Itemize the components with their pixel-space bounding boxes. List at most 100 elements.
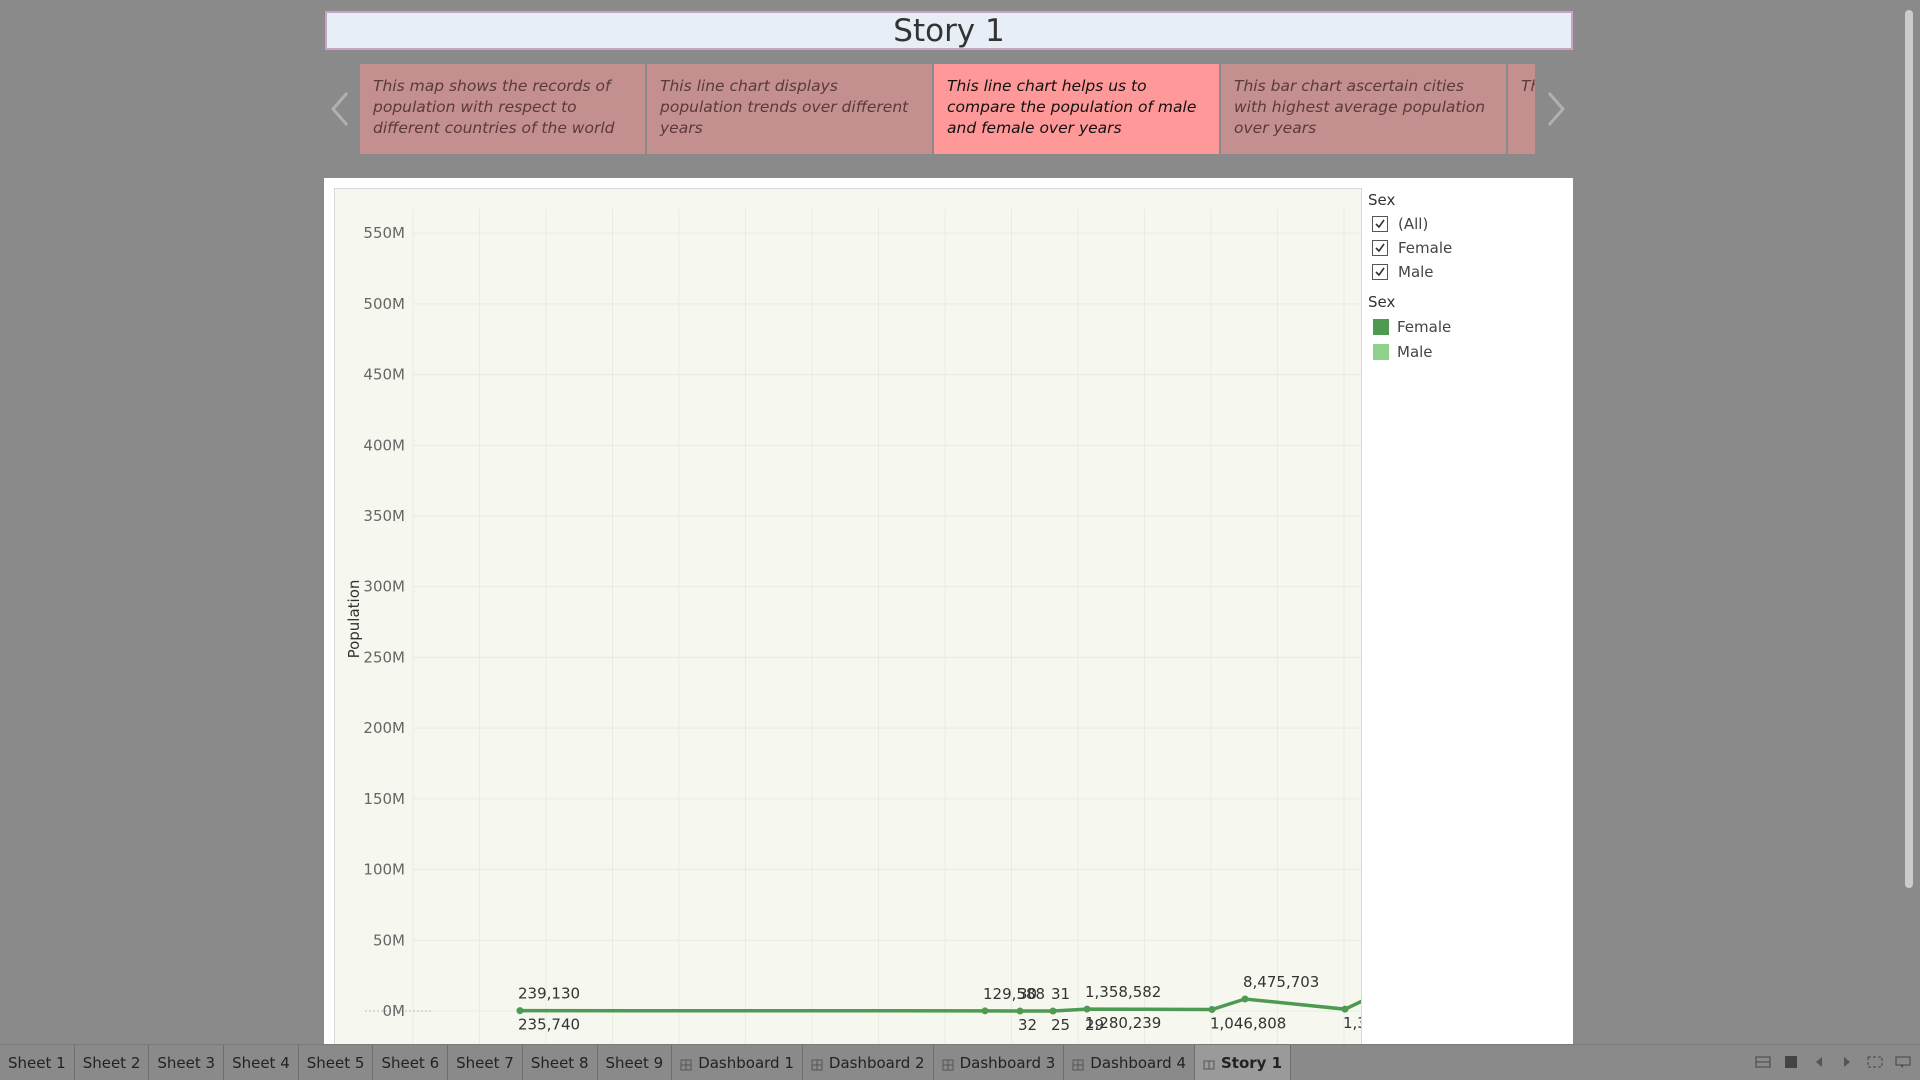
tooltip-icon[interactable]: [1894, 1053, 1912, 1071]
tab-sheet-7[interactable]: Sheet 7: [448, 1045, 523, 1080]
data-label: 31: [1051, 985, 1070, 1003]
tab-sheet-9[interactable]: Sheet 9: [598, 1045, 673, 1080]
tab-label: Dashboard 2: [828, 1053, 925, 1072]
tab-label: Sheet 5: [306, 1053, 365, 1072]
data-point[interactable]: [1016, 1007, 1024, 1015]
tab-label: Sheet 2: [82, 1053, 141, 1072]
side-panel: Sex (All) Female Male Sex Female Male: [1368, 188, 1568, 364]
filter-option[interactable]: Male: [1368, 260, 1568, 284]
chevron-left-icon: [331, 92, 349, 126]
tab-label: Sheet 7: [456, 1053, 514, 1072]
dashboard-icon: [811, 1057, 823, 1070]
tab-sheet-1[interactable]: Sheet 1: [0, 1045, 75, 1080]
series-line-female: [519, 997, 1361, 1013]
data-point[interactable]: [1341, 1005, 1349, 1013]
y-tick-label: 450M: [363, 366, 405, 384]
tab-label: Dashboard 1: [698, 1053, 794, 1072]
tab-dashboard-4[interactable]: Dashboard 4: [1064, 1045, 1195, 1080]
y-tick-label: 50M: [373, 931, 405, 949]
story-point-content: 550M 500M 450M 400M 350M 300M 250M 200M 150M 100M…: [324, 178, 1573, 1044]
y-tick-label: 300M: [363, 578, 405, 596]
legend-item[interactable]: Female: [1368, 314, 1568, 339]
checkmark-icon: [1375, 267, 1385, 277]
tab-dashboard-3[interactable]: Dashboard 3: [934, 1045, 1065, 1080]
checkbox[interactable]: [1372, 264, 1388, 280]
color-legend: Female Male: [1368, 314, 1568, 364]
data-label: 32: [1018, 1016, 1037, 1034]
tab-sheet-8[interactable]: Sheet 8: [523, 1045, 598, 1080]
filter-option-label: Female: [1398, 239, 1453, 257]
tab-sheet-4[interactable]: Sheet 4: [224, 1045, 299, 1080]
tab-sheet-2[interactable]: Sheet 2: [75, 1045, 150, 1080]
tab-label: Story 1: [1221, 1053, 1283, 1072]
tab-label: Sheet 1: [8, 1053, 66, 1072]
filter-option-label: Male: [1398, 263, 1434, 281]
data-point[interactable]: [1208, 1006, 1216, 1014]
data-point[interactable]: [1083, 1005, 1091, 1013]
data-label: 8,475,703: [1243, 973, 1319, 991]
data-label: 235,740: [518, 1016, 580, 1034]
y-tick-label: 250M: [363, 648, 405, 666]
legend-item[interactable]: Male: [1368, 339, 1568, 364]
tab-label: Sheet 9: [605, 1053, 664, 1072]
y-tick-label: 400M: [363, 436, 405, 454]
story-caption-5[interactable]: This ... ne... ar...: [1508, 64, 1535, 154]
story-prev-button[interactable]: [325, 87, 355, 131]
story-icon: [1203, 1057, 1215, 1069]
next-sheet-icon[interactable]: [1838, 1053, 1856, 1071]
y-tick-label: 550M: [363, 224, 405, 242]
story-captions: This map shows the records of population…: [360, 64, 1535, 154]
story-caption-4[interactable]: This bar chart ascertain cities with hig…: [1221, 64, 1506, 154]
chart-svg: 550M500M450M400M350M300M250M200M150M100M…: [345, 209, 1362, 1044]
bottom-toolbar: [1754, 1053, 1912, 1071]
y-tick-label: 0M: [383, 1002, 406, 1020]
tab-story-1[interactable]: Story 1: [1195, 1045, 1292, 1080]
show-filmstrip-icon[interactable]: [1782, 1053, 1800, 1071]
story-title-bar: Story 1: [325, 11, 1573, 50]
tab-label: Dashboard 3: [959, 1053, 1056, 1072]
filter-option[interactable]: Female: [1368, 236, 1568, 260]
checkmark-icon: [1375, 243, 1385, 253]
tab-label: Sheet 8: [530, 1053, 589, 1072]
y-tick-label: 500M: [363, 295, 405, 313]
legend-label: Male: [1397, 342, 1433, 361]
y-tick-label: 200M: [363, 719, 405, 737]
tab-sheet-3[interactable]: Sheet 3: [149, 1045, 225, 1080]
presentation-mode-icon[interactable]: [1866, 1053, 1884, 1071]
line-chart[interactable]: 550M 500M 450M 400M 350M 300M 250M 200M 150M 100M…: [334, 188, 1362, 1044]
data-point[interactable]: [1049, 1007, 1057, 1015]
show-sheet-sorter-icon[interactable]: [1754, 1053, 1772, 1071]
data-point[interactable]: [516, 1007, 524, 1015]
data-label: 25: [1051, 1016, 1070, 1034]
story-caption-1[interactable]: This map shows the records of population…: [360, 64, 645, 154]
filter-option[interactable]: (All): [1368, 212, 1568, 236]
data-label: 1,358,582: [1085, 983, 1161, 1001]
story-caption-2[interactable]: This line chart displays population tren…: [647, 64, 932, 154]
data-point[interactable]: [981, 1007, 989, 1015]
data-point[interactable]: [1241, 995, 1249, 1003]
sheet-tabs: Sheet 1 Sheet 2 Sheet 3 Sheet 4 Sheet 5 Sheet…: [0, 1044, 1920, 1080]
tab-label: Sheet 6: [381, 1053, 440, 1072]
y-axis-label: Population: [345, 580, 363, 659]
tab-sheet-5[interactable]: Sheet 5: [299, 1045, 374, 1080]
legend-title: Sex: [1368, 293, 1396, 311]
vertical-scrollbar[interactable]: [1905, 10, 1913, 888]
chevron-right-icon: [1547, 92, 1565, 126]
tab-label: Sheet 4: [232, 1053, 290, 1072]
dashboard-icon: [942, 1057, 954, 1070]
tab-dashboard-2[interactable]: Dashboard 2: [803, 1045, 934, 1080]
checkbox[interactable]: [1372, 216, 1388, 232]
checkbox[interactable]: [1372, 240, 1388, 256]
previous-sheet-icon[interactable]: [1810, 1053, 1828, 1071]
series-female: [516, 995, 1361, 1015]
filter-option-label: (All): [1398, 215, 1429, 233]
tab-dashboard-1[interactable]: Dashboard 1: [672, 1045, 803, 1080]
tab-label: Sheet 3: [157, 1053, 216, 1072]
data-label: 1,3: [1343, 1014, 1362, 1032]
tab-sheet-6[interactable]: Sheet 6: [373, 1045, 449, 1080]
dashboard-icon: [1072, 1057, 1084, 1070]
filter-title: Sex: [1368, 191, 1396, 209]
story-caption-3[interactable]: This line chart helps us to compare the …: [934, 64, 1219, 154]
y-tick-label: 350M: [363, 507, 405, 525]
story-next-button[interactable]: [1541, 87, 1571, 131]
